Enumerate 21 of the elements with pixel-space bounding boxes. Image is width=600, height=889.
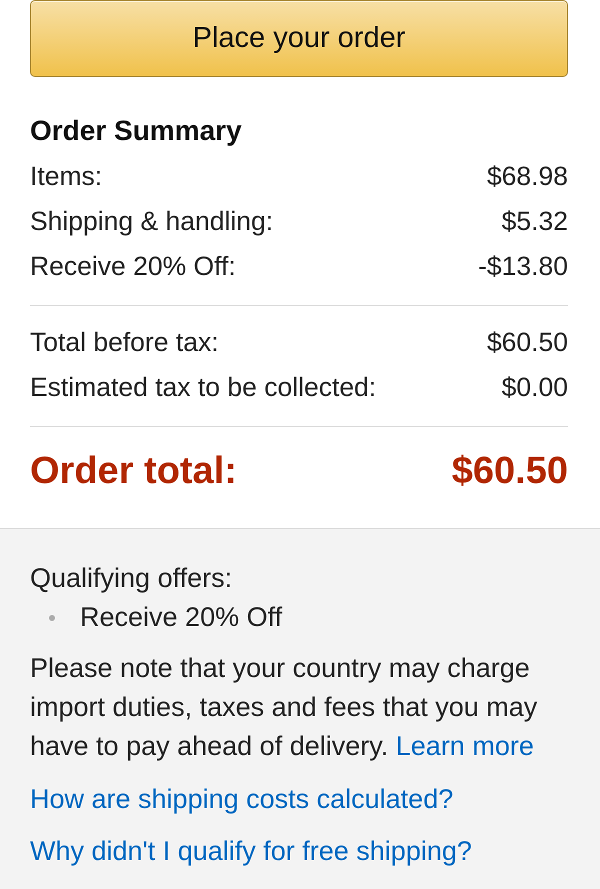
bullet-icon — [49, 614, 55, 620]
section-heading: Order Summary — [30, 116, 243, 146]
summary-amount: -$13.80 — [478, 250, 568, 283]
summary-label: Receive 20% Off: — [30, 250, 236, 283]
total-label: Order total: — [30, 449, 237, 494]
summary-label: Shipping & handling: — [30, 205, 274, 238]
help-link[interactable]: Why didn't I qualify for free shipping? — [30, 836, 472, 866]
summary-amount: $60.50 — [486, 326, 568, 359]
offer-item: Receive 20% Off — [80, 601, 282, 634]
summary-label: Total before tax: — [30, 326, 219, 359]
summary-amount: $0.00 — [502, 371, 568, 404]
summary-amount: $5.32 — [502, 205, 568, 238]
learn-more-link[interactable]: Learn more — [396, 731, 534, 761]
help-link[interactable]: How are shipping costs calculated? — [30, 784, 454, 814]
place-order-button[interactable]: Place your order — [30, 0, 568, 77]
summary-label: Estimated tax to be collected: — [30, 371, 376, 404]
notice-text: Please note that your country may charge import duties, taxes and fees that you may have to pay ahead of delivery. Learn more — [30, 652, 538, 763]
summary-amount: $68.98 — [486, 160, 568, 193]
summary-label: Items: — [30, 160, 102, 193]
offers-heading: Qualifying offers: — [30, 562, 234, 595]
total-amount: $60.50 — [452, 449, 568, 494]
